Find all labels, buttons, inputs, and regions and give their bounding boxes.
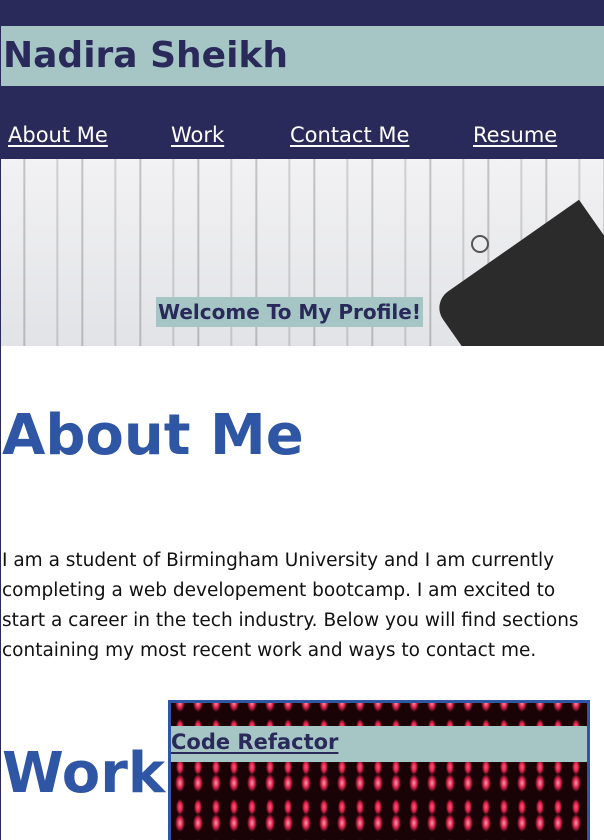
project-link-code-refactor[interactable]: Code Refactor: [171, 730, 338, 754]
site-title: Nadira Sheikh: [1, 26, 604, 86]
project-card-code-refactor[interactable]: Code Refactor: [168, 700, 590, 840]
nav-link-resume[interactable]: Resume: [473, 123, 557, 147]
site-header: Nadira Sheikh About Me Work Contact Me R…: [1, 0, 604, 159]
project-label-bar: Code Refactor: [171, 726, 587, 762]
about-me-heading: About Me: [2, 403, 304, 468]
about-me-text: I am a student of Birmingham University …: [2, 550, 579, 661]
hero-image-detail: [471, 235, 489, 253]
nav-link-about-me[interactable]: About Me: [8, 123, 108, 147]
hero-banner: Welcome To My Profile!: [1, 159, 604, 346]
main-nav: About Me Work Contact Me Resume: [8, 120, 604, 150]
nav-link-contact-me[interactable]: Contact Me: [290, 123, 409, 147]
project-thumbnail-glow: [171, 703, 587, 840]
hero-image-shadow: [431, 199, 604, 346]
welcome-banner: Welcome To My Profile!: [156, 297, 423, 327]
work-heading: Work: [2, 741, 166, 806]
nav-link-work[interactable]: Work: [171, 123, 224, 147]
